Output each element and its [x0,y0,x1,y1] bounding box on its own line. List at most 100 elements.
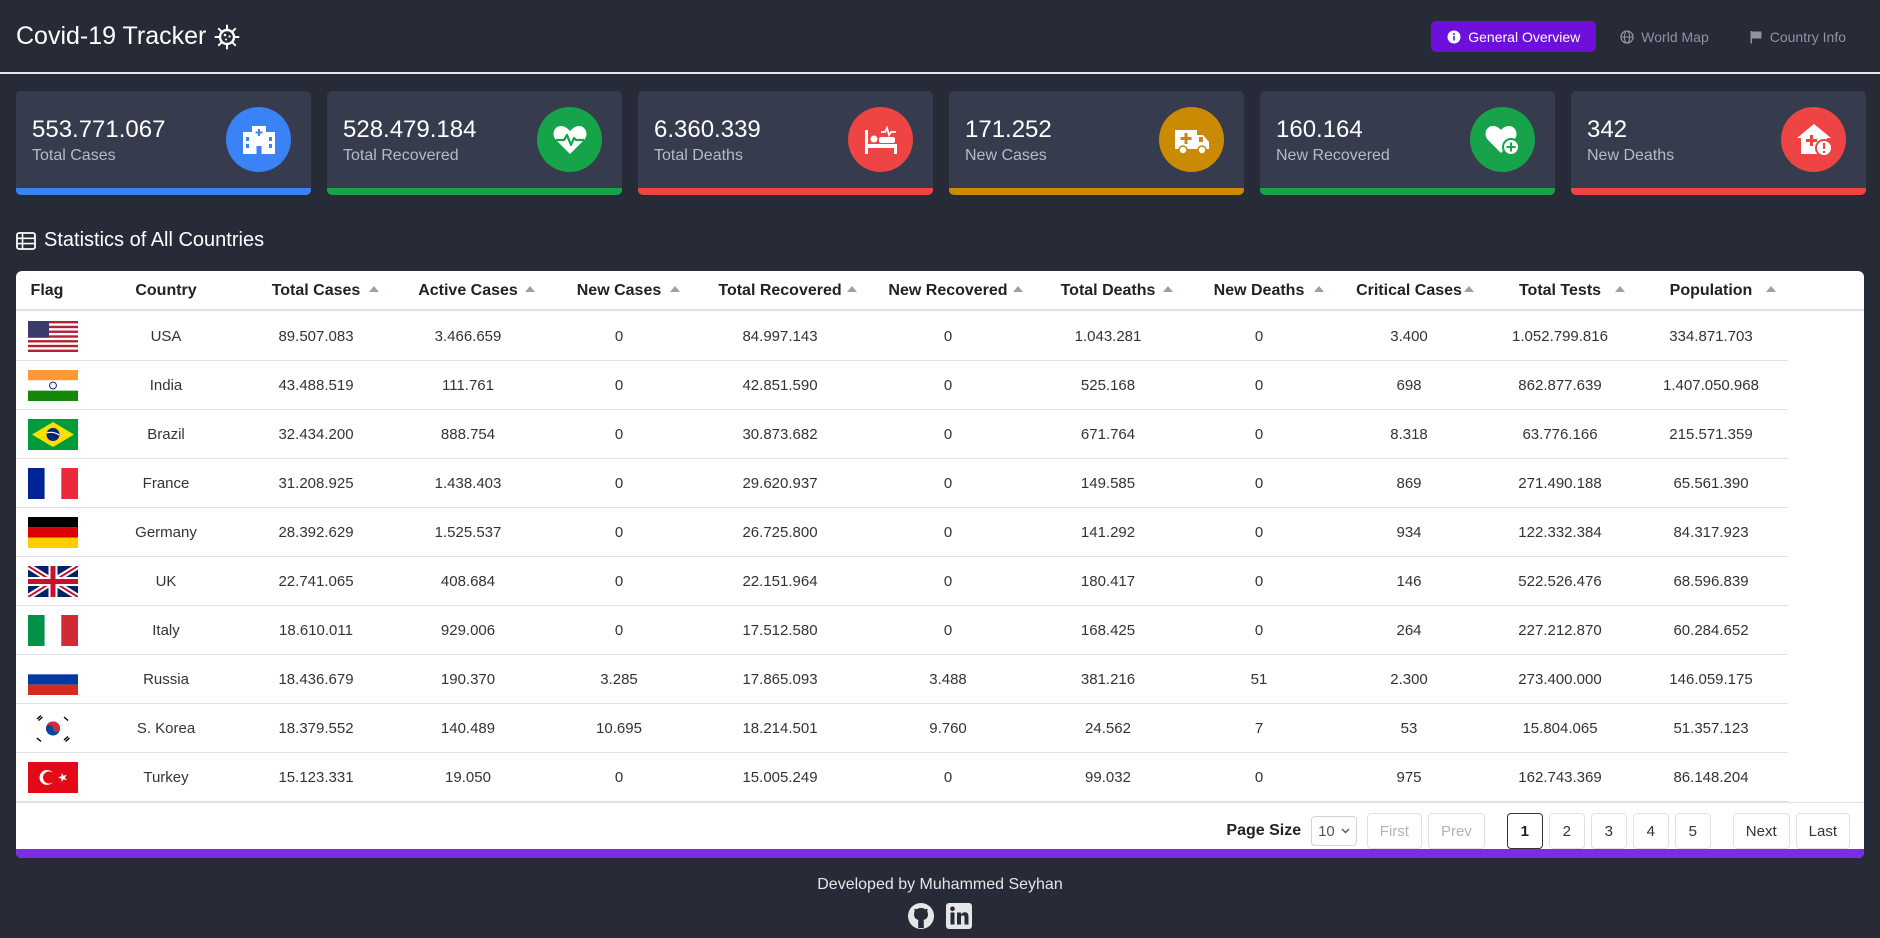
prev-page-button[interactable]: Prev [1427,813,1485,849]
sort-arrow-icon[interactable] [1766,286,1776,292]
table-cell: 149.585 [1080,475,1136,492]
table-cell: 28.392.629 [278,524,354,541]
table-cell: 7 [1254,720,1264,737]
column-header[interactable]: Active Cases [418,282,518,300]
nav-world-map[interactable]: World Map [1604,21,1724,52]
page-button-4[interactable]: 4 [1632,813,1669,849]
table-row[interactable]: UK 22.741.065 408.684 0 22.151.964 0 180.417 0 1… [16,557,1788,606]
table-cell: 0 [943,573,953,590]
nav-general-overview[interactable]: General Overview [1431,21,1597,52]
sort-arrow-icon[interactable] [1163,286,1173,292]
russia-flag-icon [28,664,78,695]
first-page-button[interactable]: First [1366,813,1422,849]
column-header[interactable]: Total Tests [1519,282,1601,300]
linkedin-icon[interactable] [944,901,974,931]
chevron-down-icon [1341,828,1350,834]
table-cell: 22.741.065 [278,573,354,590]
brazil-flag-icon [28,419,78,450]
table-row[interactable]: Italy 18.610.011 929.006 0 17.512.580 0 168.42… [16,606,1788,655]
table-cell: 51 [1250,671,1268,688]
card-accent-bar [16,188,311,195]
stat-label: Total Recovered [343,147,459,164]
column-header[interactable]: Critical Cases [1356,282,1462,300]
table-row[interactable]: USA 89.507.083 3.466.659 0 84.997.143 0 1.043.… [16,312,1788,361]
table-cell: 0 [614,622,624,639]
table-cell: 215.571.359 [1669,426,1753,443]
table-header: Flag Country Total Cases Active Cases New Ca… [16,271,1864,311]
sort-arrow-icon[interactable] [1464,286,1474,292]
table-cell: 26.725.800 [742,524,818,541]
table-row[interactable]: India 43.488.519 111.761 0 42.851.590 0 525.16… [16,361,1788,410]
table-cell: 63.776.166 [1522,426,1598,443]
page-button-1[interactable]: 1 [1506,813,1543,849]
sort-arrow-icon[interactable] [1314,286,1324,292]
column-header[interactable]: New Cases [577,282,662,300]
page-button-5[interactable]: 5 [1674,813,1711,849]
table-cell: 18.436.679 [278,671,354,688]
column-header[interactable]: New Deaths [1214,282,1305,300]
country-name: Brazil [147,426,185,443]
stat-label: New Deaths [1587,147,1675,164]
sort-arrow-icon[interactable] [525,286,535,292]
table-cell: 0 [943,475,953,492]
table-cell: 0 [1254,524,1264,541]
page-button-2[interactable]: 2 [1548,813,1585,849]
page-button-3[interactable]: 3 [1590,813,1627,849]
table-cell: 522.526.476 [1518,573,1602,590]
sort-arrow-icon[interactable] [847,286,857,292]
sort-arrow-icon[interactable] [670,286,680,292]
brand[interactable]: Covid-19 Tracker [16,22,240,51]
stat-card-total-deaths: 6.360.339 Total Deaths [638,91,933,195]
column-header: Flag [30,282,64,299]
page-size-select[interactable]: 10 [1311,816,1357,846]
table-cell: 146 [1396,573,1422,590]
next-page-button[interactable]: Next [1732,813,1790,849]
table-cell: 18.379.552 [278,720,354,737]
stat-card-total-cases: 553.771.067 Total Cases [16,91,311,195]
table-cell: 0 [943,426,953,443]
card-accent-bar [1571,188,1866,195]
stat-cards: 553.771.067 Total Cases 528.479.184 Tota… [16,91,1866,195]
github-icon[interactable] [906,901,936,931]
nav-country-info[interactable]: Country Info [1733,21,1862,52]
column-header[interactable]: New Recovered [888,282,1007,300]
table-cell: 141.292 [1080,524,1136,541]
nav-label: Country Info [1769,28,1846,45]
table-cell: 180.417 [1080,573,1136,590]
table-cell: 18.610.011 [279,622,353,639]
sort-arrow-icon[interactable] [1615,286,1625,292]
table-cell: 934 [1396,524,1422,541]
last-page-button[interactable]: Last [1795,813,1850,849]
table-row[interactable]: Brazil 32.434.200 888.754 0 30.873.682 0 671.7… [16,410,1788,459]
table-cell: 15.005.249 [742,769,818,786]
table-body: USA 89.507.083 3.466.659 0 84.997.143 0 1.043.… [16,312,1864,802]
card-accent-bar [638,188,933,195]
section-title: Statistics of All Countries [16,229,264,252]
country-name: Italy [152,622,180,639]
table-cell: 0 [614,573,624,590]
table-row[interactable]: Russia 18.436.679 190.370 3.285 17.865.093 3.… [16,655,1788,704]
stat-value: 528.479.184 [343,116,477,143]
stat-label: New Recovered [1276,147,1390,164]
table-cell: 30.873.682 [742,426,818,443]
column-header[interactable]: Total Deaths [1061,282,1156,300]
sort-arrow-icon[interactable] [369,286,379,292]
table-row[interactable]: Germany 28.392.629 1.525.537 0 26.725.800 0 14… [16,508,1788,557]
column-header[interactable]: Total Cases [272,282,361,300]
table-cell: 1.525.537 [434,524,502,541]
germany-flag-icon [28,517,78,548]
column-header[interactable]: Total Recovered [718,282,841,300]
sort-arrow-icon[interactable] [1013,286,1023,292]
table-row[interactable]: Turkey 15.123.331 19.050 0 15.005.249 0 99.032… [16,753,1788,802]
table-cell: 122.332.384 [1518,524,1602,541]
table-row[interactable]: S. Korea 18.379.552 140.489 10.695 18.214.50… [16,704,1788,753]
table-cell: 9.760 [929,720,967,737]
table-row[interactable]: France 31.208.925 1.438.403 0 29.620.937 0 149… [16,459,1788,508]
table-cell: 888.754 [440,426,496,443]
table-cell: 1.052.799.816 [1512,328,1608,345]
table-icon [16,231,36,250]
france-flag-icon [28,468,78,499]
table-cell: 3.488 [929,671,967,688]
column-header[interactable]: Population [1670,282,1753,300]
top-navbar: Covid-19 Tracker General Overview World … [0,0,1880,74]
